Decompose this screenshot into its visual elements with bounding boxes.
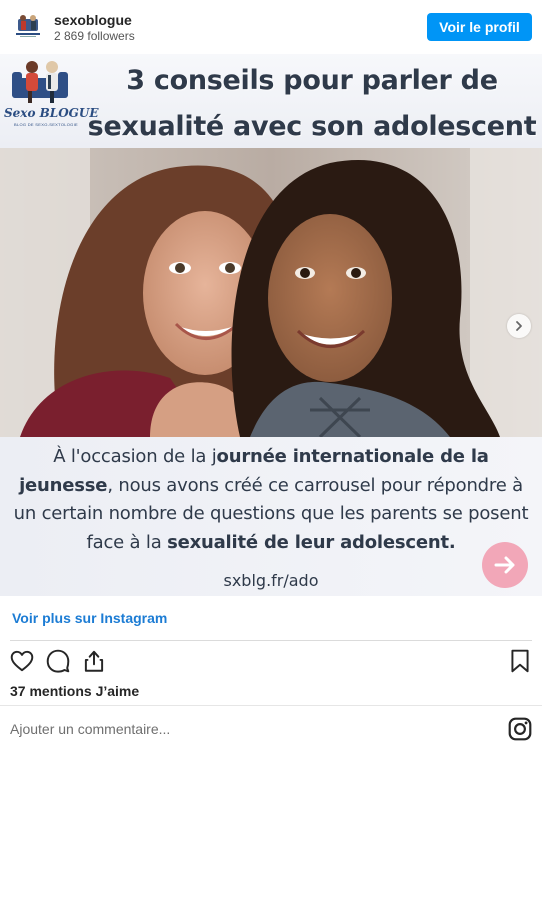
instagram-logo-button[interactable] xyxy=(507,716,533,742)
follower-count: 2 869 followers xyxy=(54,29,135,43)
brand-tagline: BLOG DE SEXO-SEXTOLOGIE xyxy=(14,122,78,127)
carousel-next-button[interactable] xyxy=(507,314,531,338)
divider xyxy=(10,640,532,641)
username[interactable]: sexoblogue xyxy=(54,12,132,28)
bookmark-icon xyxy=(511,649,529,673)
comment-icon xyxy=(46,649,70,673)
avatar[interactable] xyxy=(12,10,44,42)
like-count: 37 mentions J’aime xyxy=(10,683,140,699)
divider xyxy=(0,705,542,706)
view-profile-button[interactable]: Voir le profil xyxy=(427,13,532,41)
share-button[interactable] xyxy=(81,648,107,674)
headline-line-1: 3 conseils pour parler de xyxy=(126,65,498,96)
chevron-right-icon xyxy=(516,321,522,331)
like-button[interactable] xyxy=(9,648,35,674)
comment-button[interactable] xyxy=(45,648,71,674)
heart-icon xyxy=(10,650,34,672)
view-more-link[interactable]: Voir plus sur Instagram xyxy=(12,610,167,626)
post-headline: 3 conseils pour parler de sexualité avec… xyxy=(84,58,540,150)
post-url: sxblg.fr/ado xyxy=(223,571,319,590)
swipe-arrow-button[interactable] xyxy=(482,542,528,588)
post-image[interactable]: Sexo BLOGUE BLOG DE SEXO-SEXTOLOGIE 3 co… xyxy=(0,54,542,596)
caption-part-4: sexualité de leur adolescent. xyxy=(167,531,456,553)
post-title-banner: Sexo BLOGUE BLOG DE SEXO-SEXTOLOGIE 3 co… xyxy=(0,54,542,148)
comment-input[interactable] xyxy=(10,716,490,742)
headline-line-2: sexualité avec son adolescent xyxy=(87,111,537,142)
post-header: sexoblogue 2 869 followers Voir le profi… xyxy=(0,0,542,54)
share-icon xyxy=(84,650,104,672)
post-caption: À l'occasion de la journée international… xyxy=(12,443,530,557)
arrow-right-icon xyxy=(494,556,515,574)
instagram-icon xyxy=(508,717,532,741)
save-button[interactable] xyxy=(507,648,533,674)
caption-part-1: À l'occasion de la j xyxy=(53,446,217,467)
post-caption-banner: À l'occasion de la journée international… xyxy=(0,437,542,596)
post-photo xyxy=(0,148,542,437)
